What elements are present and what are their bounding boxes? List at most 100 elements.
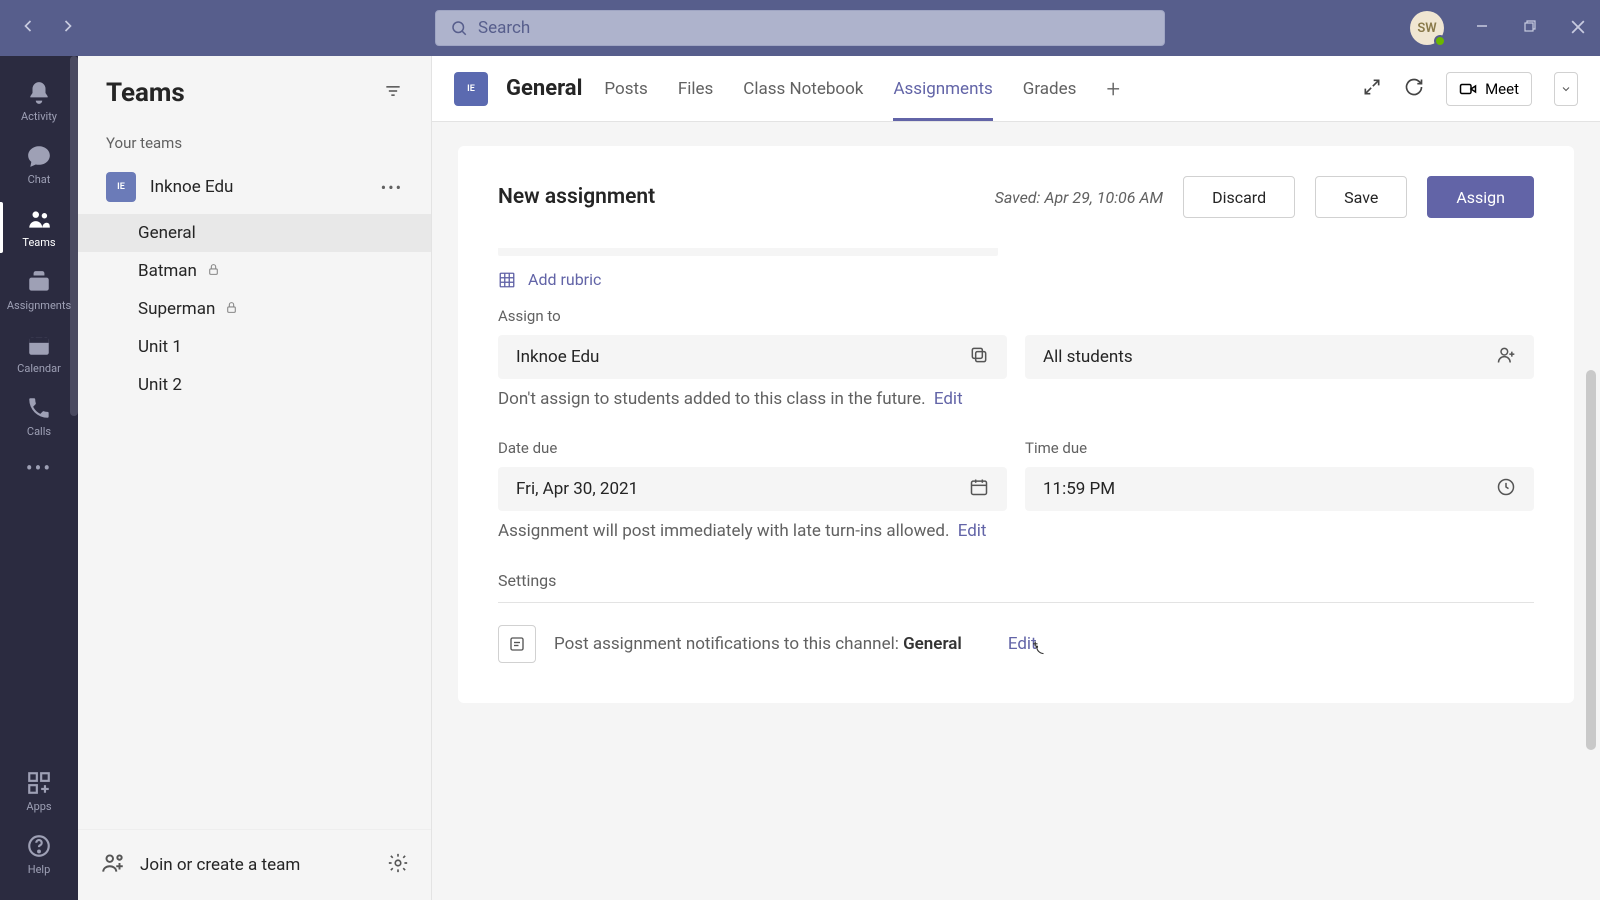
save-button[interactable]: Save [1315, 176, 1407, 218]
card-title: New assignment [498, 185, 655, 209]
bag-icon [26, 269, 52, 295]
edit-notification-link[interactable]: Edit [1008, 634, 1037, 654]
lock-icon [207, 261, 220, 281]
post-icon [508, 635, 526, 653]
search-container [435, 10, 1165, 46]
filter-button[interactable] [383, 81, 403, 105]
expand-button[interactable] [1362, 77, 1382, 101]
minimize-button[interactable] [1472, 20, 1492, 36]
channel-unit-1[interactable]: Unit 1 [78, 328, 431, 366]
clock-icon [1496, 477, 1516, 502]
team-row[interactable]: IE Inknoe Edu ••• [78, 162, 431, 212]
add-rubric-button[interactable]: Add rubric [498, 270, 1534, 289]
field-divider [498, 248, 998, 256]
content-scrollbar[interactable] [1586, 370, 1596, 750]
lock-icon [225, 299, 238, 319]
add-tab-button[interactable]: + [1106, 75, 1120, 103]
class-select-icon [969, 345, 989, 370]
gear-icon [387, 852, 409, 874]
date-due-field[interactable]: Fri, Apr 30, 2021 [498, 467, 1007, 511]
channel-superman[interactable]: Superman [78, 290, 431, 328]
rail-help[interactable]: Help [0, 823, 78, 886]
rail-chat[interactable]: Chat [0, 133, 78, 196]
refresh-icon [1404, 77, 1424, 97]
meet-dropdown[interactable] [1554, 72, 1578, 106]
refresh-button[interactable] [1404, 77, 1424, 101]
tab-class-notebook[interactable]: Class Notebook [743, 56, 863, 121]
calendar-icon [26, 332, 52, 358]
edit-date-link[interactable]: Edit [958, 521, 987, 541]
join-team-button[interactable]: Join or create a team [140, 855, 373, 875]
maximize-button[interactable] [1520, 20, 1540, 36]
settings-divider [498, 602, 1534, 603]
tab-files[interactable]: Files [678, 56, 713, 121]
team-avatar: IE [106, 172, 136, 202]
date-due-label: Date due [498, 439, 1007, 457]
settings-label: Settings [498, 571, 1534, 590]
rail-apps[interactable]: Apps [0, 760, 78, 823]
discard-button[interactable]: Discard [1183, 176, 1295, 218]
section-label: Your teams [78, 126, 431, 162]
channel-name: General [506, 76, 582, 101]
tab-assignments[interactable]: Assignments [893, 56, 992, 121]
rubric-icon [498, 271, 516, 289]
rail-assignments[interactable]: Assignments [0, 259, 78, 322]
rail-calendar[interactable]: Calendar [0, 322, 78, 385]
team-more-button[interactable]: ••• [381, 178, 403, 197]
rail-calls[interactable]: Calls [0, 385, 78, 448]
notification-setting-row: Post assignment notifications to this ch… [498, 625, 1534, 663]
close-button[interactable] [1568, 19, 1588, 38]
sidebar-footer: Join or create a team [78, 829, 431, 900]
date-helper-text: Assignment will post immediately with la… [498, 521, 1534, 541]
edit-assign-link[interactable]: Edit [934, 389, 963, 409]
tabs: Posts Files Class Notebook Assignments G… [604, 56, 1120, 121]
avatar-initials: SW [1417, 21, 1436, 36]
presence-indicator [1434, 35, 1446, 47]
avatar[interactable]: SW [1410, 11, 1444, 45]
video-icon [1459, 80, 1477, 98]
help-icon [26, 833, 52, 859]
search-box[interactable] [435, 10, 1165, 46]
phone-icon [26, 395, 52, 421]
titlebar: SW [0, 0, 1600, 56]
search-icon [450, 19, 468, 37]
calendar-picker-icon [969, 477, 989, 502]
search-input[interactable] [478, 18, 1150, 38]
channel-general[interactable]: General [78, 214, 431, 252]
forward-button[interactable] [58, 16, 78, 41]
bell-icon [26, 80, 52, 106]
channel-header: IE General Posts Files Class Notebook As… [432, 56, 1600, 122]
rail-teams[interactable]: Teams [0, 196, 78, 259]
channel-list: General Batman Superman Unit 1 Unit 2 [78, 212, 431, 404]
main-area: IE General Posts Files Class Notebook As… [432, 56, 1600, 900]
add-students-icon [1496, 345, 1516, 370]
time-due-field[interactable]: 11:59 PM [1025, 467, 1534, 511]
meet-button[interactable]: Meet [1446, 72, 1532, 106]
students-select[interactable]: All students [1025, 335, 1534, 379]
rail-more[interactable]: ••• [26, 456, 52, 480]
team-name: Inknoe Edu [150, 177, 233, 197]
apps-icon [26, 770, 52, 796]
teams-sidebar: Teams Your teams IE Inknoe Edu ••• Gener… [78, 56, 432, 900]
assignment-card: New assignment Saved: Apr 29, 10:06 AM D… [458, 146, 1574, 703]
assign-to-label: Assign to [498, 307, 1534, 325]
assign-helper-text: Don't assign to students added to this c… [498, 389, 1534, 409]
tab-grades[interactable]: Grades [1023, 56, 1077, 121]
channel-avatar: IE [454, 72, 488, 106]
chat-icon [26, 143, 52, 169]
nav-arrows [18, 16, 78, 41]
expand-icon [1362, 77, 1382, 97]
filter-icon [383, 81, 403, 101]
assign-button[interactable]: Assign [1427, 176, 1534, 218]
class-select[interactable]: Inknoe Edu [498, 335, 1007, 379]
channel-unit-2[interactable]: Unit 2 [78, 366, 431, 404]
titlebar-right: SW [1410, 11, 1588, 45]
app-rail: Activity Chat Teams Assignments Calendar… [0, 56, 78, 900]
rail-activity[interactable]: Activity [0, 70, 78, 133]
content-scroll[interactable]: New assignment Saved: Apr 29, 10:06 AM D… [432, 122, 1600, 900]
tab-posts[interactable]: Posts [604, 56, 647, 121]
channel-batman[interactable]: Batman [78, 252, 431, 290]
saved-timestamp: Saved: Apr 29, 10:06 AM [995, 188, 1163, 207]
back-button[interactable] [18, 16, 38, 41]
settings-button[interactable] [387, 852, 409, 878]
